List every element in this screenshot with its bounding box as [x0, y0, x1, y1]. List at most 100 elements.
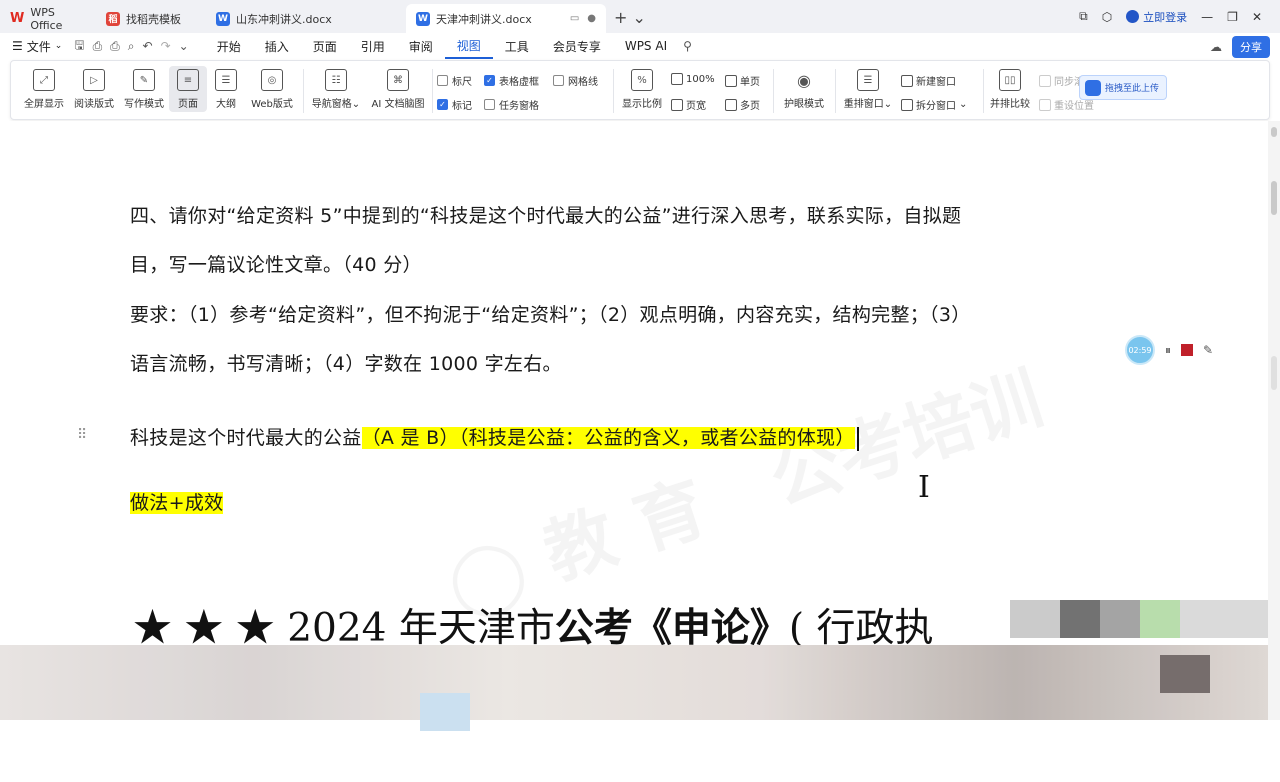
undo-icon[interactable]: ↶: [139, 39, 157, 53]
more-icon[interactable]: ⌄: [175, 39, 193, 53]
export-icon[interactable]: ⎙: [89, 39, 107, 54]
question-line-1: 四、请你对“给定资料 5”中提到的“科技是这个时代最大的公益”进行深入思考，联系…: [130, 205, 962, 227]
menu-view[interactable]: 视图: [444, 33, 493, 59]
web-layout-button[interactable]: ◎ Web版式: [247, 69, 297, 110]
rearrange-icon: ☰: [857, 69, 879, 91]
writing-mode-button[interactable]: ✎ 写作模式: [119, 69, 169, 110]
multi-page-button[interactable]: 多页: [725, 97, 760, 112]
share-button[interactable]: 分享: [1232, 36, 1270, 58]
menu-review[interactable]: 审阅: [397, 38, 445, 55]
requirement-line-1: 要求：（1）参考“给定资料”，但不拘泥于“给定资料”；（2）观点明确，内容充实，…: [130, 304, 971, 326]
menu-start[interactable]: 开始: [205, 38, 253, 55]
method-label: 做法+成效: [130, 492, 224, 514]
compare-icon: ▯▯: [999, 69, 1021, 91]
tab-tianjin-doc[interactable]: W 天津冲刺讲义.docx ▭ ●: [406, 4, 606, 33]
zoom-100-button[interactable]: 100%: [671, 73, 715, 85]
file-menu[interactable]: ☰ 文件 ⌄: [0, 38, 70, 55]
eye-care-button[interactable]: ◉ 护眼模式: [779, 69, 829, 111]
pen-icon: ✎: [133, 69, 155, 91]
menu-bar: ☰ 文件 ⌄ 🖫 ⎙ ⎙ ⌕ ↶ ↷ ⌄ 开始 插入 页面 引用 审阅 视图 工具 …: [0, 33, 1280, 59]
outline-icon: ☰: [215, 69, 237, 91]
ruler-checkbox[interactable]: 标尺: [437, 73, 472, 88]
new-tab-button[interactable]: + ⌄: [614, 8, 646, 27]
redo-icon[interactable]: ↷: [157, 39, 175, 53]
scroll-thumb[interactable]: [1271, 181, 1277, 215]
dot-icon[interactable]: ●: [587, 13, 596, 24]
tab-label: WPS Office: [30, 5, 63, 32]
word-doc-icon: W: [416, 11, 430, 26]
question-line-2: 目，写一篇议论性文章。（40 分）: [130, 254, 422, 276]
restore-layout-icon[interactable]: ⧉: [1079, 9, 1088, 24]
new-window-button[interactable]: 新建窗口: [901, 73, 956, 88]
essay-title: 科技是这个时代最大的公益: [130, 427, 362, 449]
login-button[interactable]: 立即登录: [1126, 9, 1187, 25]
word-doc-icon: W: [216, 11, 230, 26]
table-gridlines-checkbox[interactable]: ✓ 表格虚框: [484, 73, 539, 88]
nav-pane-icon: ☷: [325, 69, 347, 91]
play-icon: ▷: [83, 69, 105, 91]
tab-label: 山东冲刺讲义.docx: [236, 12, 332, 26]
maximize-button[interactable]: ❐: [1227, 10, 1238, 24]
menu-member[interactable]: 会员专享: [541, 38, 613, 55]
requirement-line-2: 语言流畅，书写清晰；（4）字数在 1000 字左右。: [130, 353, 562, 375]
pen-icon[interactable]: ✎: [1203, 343, 1213, 357]
method-line: 做法+成效: [130, 488, 224, 515]
menu-reference[interactable]: 引用: [349, 38, 397, 55]
zoom-percent-icon: %: [631, 69, 653, 91]
task-pane-checkbox[interactable]: 任务窗格: [484, 97, 539, 112]
nav-pane-button[interactable]: ☷ 导航窗格⌄: [309, 69, 363, 110]
fullscreen-icon: ⤢: [33, 69, 55, 91]
fullscreen-button[interactable]: ⤢ 全屏显示: [19, 69, 69, 110]
print-icon[interactable]: ⎙: [106, 39, 124, 54]
wps-logo-icon: W: [10, 11, 25, 26]
outline-button[interactable]: ☰ 大纲: [207, 69, 245, 110]
side-by-side-button[interactable]: ▯▯ 并排比较: [985, 69, 1035, 110]
scroll-marker: [1271, 356, 1277, 390]
cube-icon[interactable]: ⬡: [1102, 10, 1112, 24]
minimize-button[interactable]: —: [1201, 10, 1213, 24]
split-window-button[interactable]: 拆分窗口 ⌄: [901, 97, 967, 112]
menu-wps-ai[interactable]: WPS AI: [613, 39, 679, 53]
window-icon[interactable]: ▭: [570, 13, 579, 24]
menu-tools[interactable]: 工具: [493, 38, 541, 55]
save-icon[interactable]: 🖫: [70, 36, 88, 57]
blurred-region: [0, 600, 1268, 731]
eye-icon: ◉: [797, 70, 811, 90]
menu-insert[interactable]: 插入: [253, 38, 301, 55]
close-button[interactable]: ✕: [1252, 10, 1262, 24]
gridlines-checkbox[interactable]: 网格线: [553, 73, 598, 88]
pause-icon[interactable]: ⏸: [1165, 343, 1171, 358]
scroll-up-arrow[interactable]: [1271, 127, 1277, 137]
single-page-button[interactable]: 单页: [725, 73, 760, 88]
page-view-button[interactable]: ≡ 页面: [169, 66, 207, 112]
upload-drop-zone[interactable]: 拖拽至此上传: [1079, 75, 1167, 100]
essay-title-line: 科技是这个时代最大的公益（A 是 B）（科技是公益：公益的含义，或者公益的体现）: [130, 423, 859, 451]
zoom-button[interactable]: % 显示比例: [617, 69, 667, 110]
cloud-upload-icon[interactable]: ☁: [1210, 40, 1222, 54]
tab-wps-office[interactable]: W WPS Office: [0, 4, 96, 33]
user-icon: [1126, 10, 1140, 23]
menu-page[interactable]: 页面: [301, 38, 349, 55]
preview-icon[interactable]: ⌕: [124, 39, 139, 54]
marks-checkbox[interactable]: ✓ 标记: [437, 97, 472, 112]
essay-title-note: （A 是 B）（科技是公益：公益的含义，或者公益的体现）: [361, 427, 855, 449]
rearrange-window-button[interactable]: ☰ 重排窗口⌄: [841, 69, 895, 110]
screen-recorder: 02:59 ⏸ ✎: [1125, 335, 1213, 365]
globe-icon: ◎: [261, 69, 283, 91]
tab-docer[interactable]: 稻 找稻壳模板: [96, 4, 206, 33]
tab-label: 天津冲刺讲义.docx: [436, 12, 532, 26]
tab-shandong-doc[interactable]: W 山东冲刺讲义.docx: [206, 4, 406, 33]
page-width-button[interactable]: 页宽: [671, 97, 706, 112]
ai-mindmap-button[interactable]: ⌘ AI 文档脑图: [369, 69, 427, 110]
mindmap-icon: ⌘: [387, 69, 409, 91]
text-caret: [856, 426, 859, 451]
drag-handle-icon[interactable]: ⠿: [77, 427, 87, 443]
stop-record-button[interactable]: [1181, 344, 1194, 356]
search-icon[interactable]: ⚲: [679, 39, 696, 53]
vertical-scrollbar[interactable]: [1268, 121, 1280, 720]
recorder-timer[interactable]: 02:59: [1125, 335, 1155, 365]
reading-mode-button[interactable]: ▷ 阅读版式: [69, 69, 119, 110]
window-controls: ⧉ ⬡ 立即登录 — ❐ ✕: [1079, 0, 1280, 33]
cloud-icon: [1085, 79, 1101, 96]
docer-icon: 稻: [106, 11, 120, 26]
